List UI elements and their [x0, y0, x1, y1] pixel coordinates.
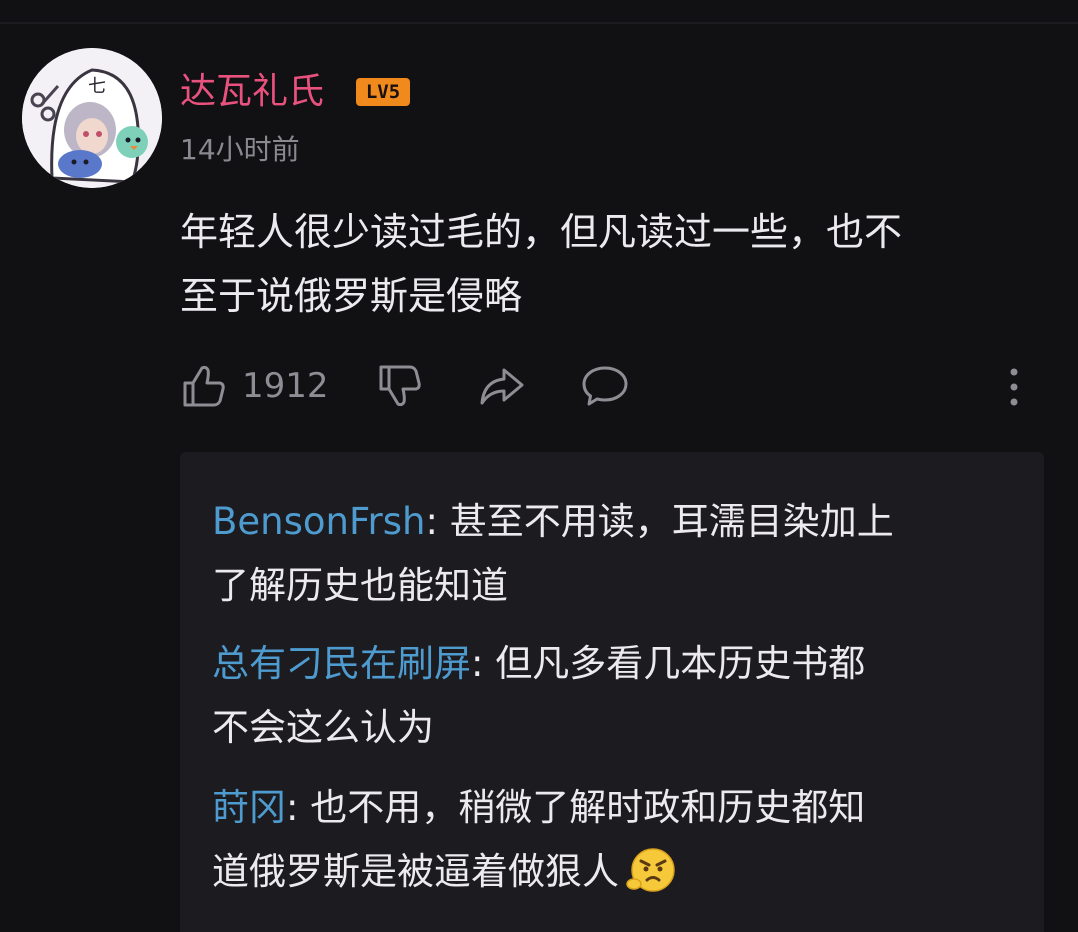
- reply-text: 甚至不用读，耳濡目染加上: [449, 500, 894, 543]
- more-vertical-icon: [1002, 362, 1026, 410]
- reply-text: 但凡多看几本历史书都: [495, 642, 866, 685]
- reply-item[interactable]: 总有刁民在刷屏: 但凡多看几本历史书都 不会这么认为: [212, 632, 992, 760]
- timestamp: 14小时前: [180, 133, 300, 166]
- reply-author[interactable]: 莳冈: [212, 786, 286, 829]
- like-count: 1912: [242, 366, 329, 406]
- comment-text-line: 至于说俄罗斯是侵略: [180, 274, 523, 318]
- comment-bubble-icon: [580, 362, 630, 410]
- thumbs-down-icon: [376, 362, 424, 410]
- reply-item[interactable]: 莳冈: 也不用，稍微了解时政和历史都知 道俄罗斯是被逼着做狠人: [212, 776, 992, 904]
- svg-text:七: 七: [88, 76, 106, 97]
- reply-text: 也不用，稍微了解时政和历史都知: [310, 786, 866, 829]
- reply-separator: :: [425, 500, 450, 543]
- comment-text-line: 年轻人很少读过毛的，但凡读过一些，也不: [180, 210, 903, 254]
- reply-author[interactable]: BensonFrsh: [212, 500, 426, 543]
- reply-separator: :: [471, 642, 496, 685]
- reply-text: 不会这么认为: [212, 706, 434, 749]
- thumbs-up-icon: [180, 362, 228, 410]
- avatar[interactable]: 七: [22, 48, 162, 188]
- avatar-illustration: 七: [22, 48, 162, 188]
- reply-text: 了解历史也能知道: [212, 564, 508, 607]
- replies-panel[interactable]: BensonFrsh: 甚至不用读，耳濡目染加上 了解历史也能知道 总有刁民在刷…: [180, 452, 1044, 932]
- more-options-button[interactable]: [1002, 358, 1026, 414]
- level-badge: LV5: [356, 78, 410, 106]
- divider: [0, 22, 1078, 24]
- reply-text: 道俄罗斯是被逼着做狠人: [212, 850, 619, 893]
- comment-page: 七 达瓦礼氏 LV5 14小时前 年轻人很少读过毛的，但凡读过一些，也不 至于说…: [0, 0, 1078, 932]
- reply-author[interactable]: 总有刁民在刷屏: [212, 642, 471, 685]
- reply-separator: :: [286, 786, 311, 829]
- like-button[interactable]: 1912: [180, 358, 329, 414]
- angry-face-emoji-icon: [625, 844, 677, 896]
- action-bar: 1912: [180, 358, 1040, 414]
- username[interactable]: 达瓦礼氏: [180, 68, 324, 116]
- reply-button[interactable]: [580, 358, 630, 414]
- reply-item[interactable]: BensonFrsh: 甚至不用读，耳濡目染加上 了解历史也能知道: [212, 490, 992, 618]
- share-arrow-icon: [478, 362, 526, 410]
- share-button[interactable]: [478, 358, 526, 414]
- comment-text: 年轻人很少读过毛的，但凡读过一些，也不 至于说俄罗斯是侵略: [180, 200, 1050, 328]
- dislike-button[interactable]: [376, 358, 424, 414]
